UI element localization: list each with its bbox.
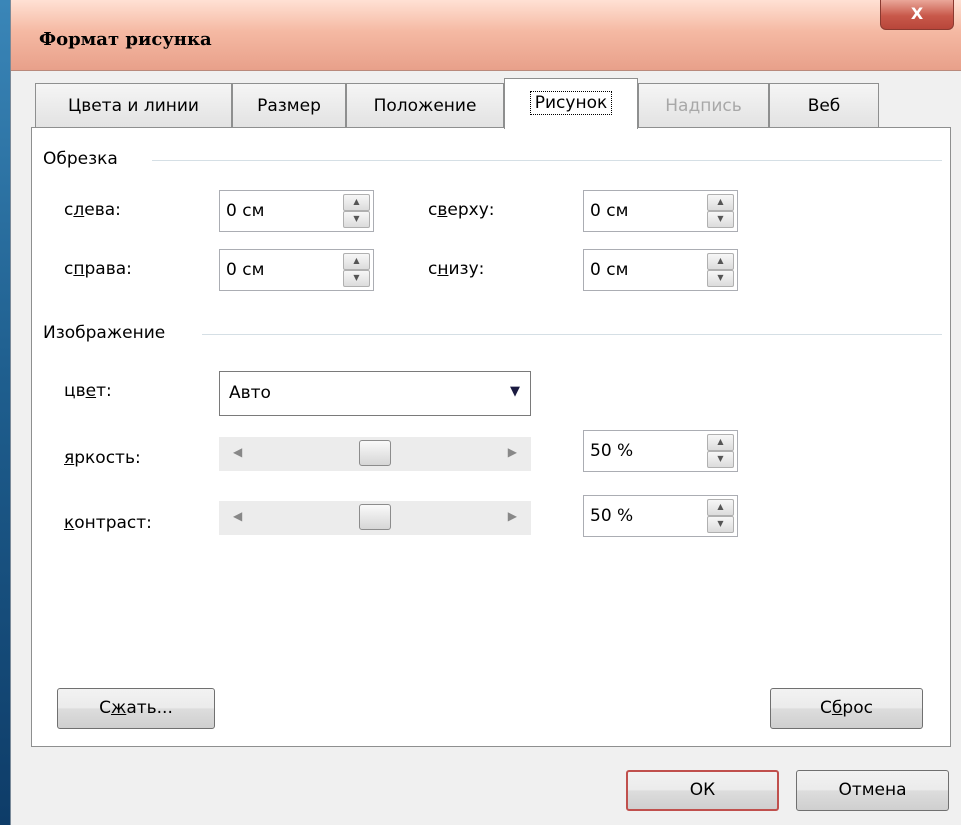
image-group-label: Изображение (43, 323, 166, 343)
crop-left-value: 0 см (226, 201, 265, 221)
tab-web[interactable]: Веб (769, 83, 879, 128)
ok-button[interactable]: ОК (626, 770, 779, 811)
spin-up-arrow-icon[interactable]: ▲ (707, 499, 734, 516)
brightness-label: яркость: (64, 448, 141, 468)
contrast-slider-thumb[interactable] (359, 504, 391, 530)
spin-up-arrow-icon[interactable]: ▲ (343, 253, 370, 270)
crop-top-input[interactable]: 0 см ▲ ▼ (583, 190, 738, 232)
cancel-button[interactable]: Отмена (796, 770, 949, 811)
picture-tab-panel: Обрезка слева: 0 см ▲ ▼ сверху: 0 см ▲ ▼ с… (31, 127, 951, 747)
spin-down-arrow-icon[interactable]: ▼ (343, 270, 370, 287)
tab-picture[interactable]: Рисунок (504, 78, 638, 129)
tab-size[interactable]: Размер (232, 83, 346, 128)
tab-text-box: Надпись (638, 83, 769, 128)
color-label: цвет: (64, 381, 112, 401)
close-button[interactable]: X (880, 0, 954, 30)
dialog-title: Формат рисунка (39, 29, 212, 50)
brightness-slider[interactable]: ◀ ▶ (219, 437, 531, 471)
slider-left-arrow-icon[interactable]: ◀ (233, 445, 242, 459)
spin-up-arrow-icon[interactable]: ▲ (707, 434, 734, 451)
slider-right-arrow-icon[interactable]: ▶ (508, 445, 517, 459)
contrast-input[interactable]: 50 % ▲ ▼ (583, 495, 738, 537)
spin-down-arrow-icon[interactable]: ▼ (707, 270, 734, 287)
close-icon: X (910, 4, 924, 23)
image-group-divider (202, 334, 942, 335)
crop-right-label: справа: (64, 259, 132, 279)
reset-button[interactable]: Сброс (770, 688, 923, 729)
contrast-label: контраст: (64, 513, 152, 533)
crop-right-input[interactable]: 0 см ▲ ▼ (219, 249, 374, 291)
spin-up-arrow-icon[interactable]: ▲ (707, 253, 734, 270)
spin-down-arrow-icon[interactable]: ▼ (707, 211, 734, 228)
compress-button[interactable]: Сжать... (57, 688, 215, 729)
crop-bottom-value: 0 см (590, 260, 629, 280)
crop-bottom-label: снизу: (428, 259, 485, 279)
crop-top-label: сверху: (428, 200, 495, 220)
crop-top-value: 0 см (590, 201, 629, 221)
slider-left-arrow-icon[interactable]: ◀ (233, 509, 242, 523)
contrast-value: 50 % (590, 506, 634, 526)
format-picture-dialog: Формат рисунка X Цвета и линии Размер По… (10, 0, 961, 825)
brightness-input[interactable]: 50 % ▲ ▼ (583, 430, 738, 472)
tab-position[interactable]: Положение (346, 83, 504, 128)
spin-up-arrow-icon[interactable]: ▲ (343, 194, 370, 211)
crop-group-label: Обрезка (43, 149, 118, 169)
dropdown-caret-icon[interactable]: ▼ (510, 384, 520, 399)
slider-right-arrow-icon[interactable]: ▶ (508, 509, 517, 523)
color-select[interactable]: Авто ▼ (219, 371, 531, 416)
spin-up-arrow-icon[interactable]: ▲ (707, 194, 734, 211)
crop-right-value: 0 см (226, 260, 265, 280)
spin-down-arrow-icon[interactable]: ▼ (707, 451, 734, 468)
spin-down-arrow-icon[interactable]: ▼ (343, 211, 370, 228)
tab-colors-and-lines[interactable]: Цвета и линии (35, 83, 232, 128)
spin-down-arrow-icon[interactable]: ▼ (707, 516, 734, 533)
contrast-slider[interactable]: ◀ ▶ (219, 501, 531, 535)
brightness-value: 50 % (590, 441, 634, 461)
title-bar[interactable]: Формат рисунка X (11, 0, 961, 71)
color-select-value: Авто (229, 383, 271, 403)
crop-group-divider (152, 160, 942, 161)
brightness-slider-thumb[interactable] (359, 440, 391, 466)
crop-left-input[interactable]: 0 см ▲ ▼ (219, 190, 374, 232)
crop-bottom-input[interactable]: 0 см ▲ ▼ (583, 249, 738, 291)
crop-left-label: слева: (64, 200, 121, 220)
